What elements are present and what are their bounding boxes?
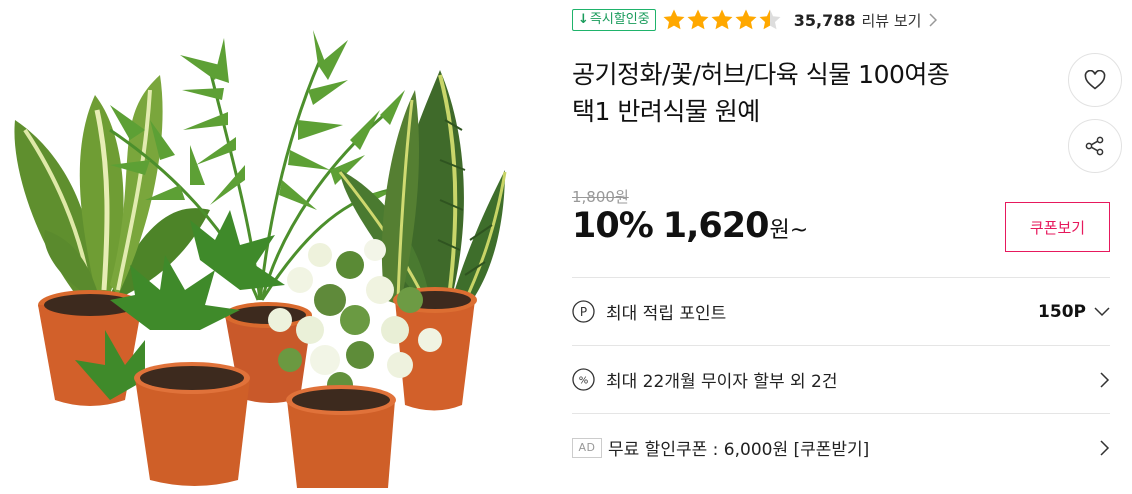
- view-coupon-button[interactable]: 쿠폰보기: [1005, 202, 1110, 252]
- badge-label: 즉시할인중: [589, 12, 650, 27]
- sale-price: 1,620: [662, 206, 770, 246]
- review-count[interactable]: 35,788: [794, 11, 856, 30]
- point-icon: P: [572, 300, 595, 323]
- star-icon: [735, 9, 757, 30]
- discount-rate: 10%: [572, 206, 654, 246]
- points-value: 150P: [1038, 302, 1086, 322]
- chevron-right-icon[interactable]: [929, 13, 938, 27]
- benefit-ad-coupon-row[interactable]: AD 무료 할인쿠폰 : 6,000원 [쿠폰받기]: [572, 413, 1110, 481]
- original-price: 1,800원: [572, 188, 629, 206]
- title-line-1: 공기정화/꽃/허브/다육 식물 100여종: [572, 60, 950, 89]
- benefit-points-row[interactable]: P 최대 적립 포인트 150P: [572, 277, 1110, 345]
- title-line-2: 택1 반려식물 원예: [572, 97, 760, 126]
- svg-text:P: P: [580, 305, 587, 319]
- heart-icon: [1084, 70, 1106, 90]
- percent-icon: %: [572, 368, 595, 391]
- wishlist-button[interactable]: [1068, 53, 1122, 107]
- price-row: 10% 1,620 원~: [572, 206, 808, 246]
- star-icon: [663, 9, 685, 30]
- star-rating: [662, 8, 782, 32]
- star-half-icon: [759, 9, 781, 30]
- product-info: ↓ 즉시할인중 35,788 리뷰 보기 공기정화/꽃/허브/다육 식물 100…: [572, 0, 1122, 490]
- chevron-right-icon[interactable]: [1100, 372, 1110, 388]
- down-arrow-icon: ↓: [578, 12, 589, 27]
- pot-front-left: [134, 362, 250, 486]
- rating-row: ↓ 즉시할인중 35,788 리뷰 보기: [572, 6, 938, 34]
- chevron-right-icon[interactable]: [1100, 440, 1110, 456]
- ad-badge: AD: [572, 437, 602, 458]
- chevron-down-icon[interactable]: [1094, 307, 1110, 317]
- share-icon: [1085, 136, 1104, 156]
- price-unit: 원~: [769, 218, 809, 243]
- instant-discount-badge: ↓ 즉시할인중: [572, 9, 656, 31]
- benefit-installment-row[interactable]: % 최대 22개월 무이자 할부 외 2건: [572, 345, 1110, 413]
- installment-label: 최대 22개월 무이자 할부 외 2건: [606, 372, 838, 392]
- svg-text:%: %: [579, 376, 589, 387]
- points-label: 최대 적립 포인트: [606, 304, 727, 324]
- ad-coupon-label: 무료 할인쿠폰 : 6,000원 [쿠폰받기]: [608, 440, 870, 460]
- product-image[interactable]: [0, 0, 540, 490]
- share-button[interactable]: [1068, 119, 1122, 173]
- product-title: 공기정화/꽃/허브/다육 식물 100여종 택1 반려식물 원예: [572, 56, 1052, 130]
- pot-front-right: [286, 385, 396, 488]
- star-icon: [687, 9, 709, 30]
- star-icon: [711, 9, 733, 30]
- plant-snake: [338, 70, 507, 310]
- review-link[interactable]: 리뷰 보기: [861, 10, 921, 31]
